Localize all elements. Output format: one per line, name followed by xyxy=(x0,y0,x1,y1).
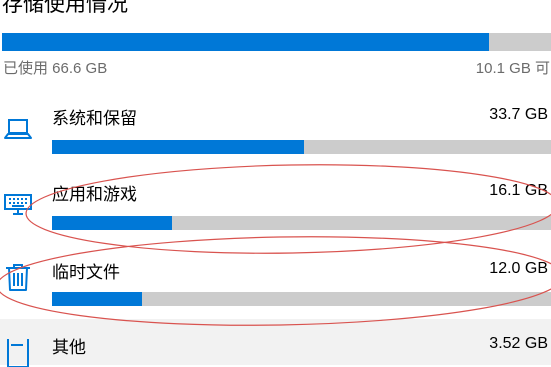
category-usage-bar xyxy=(52,292,551,306)
used-space-label: 已使用 66.6 GB xyxy=(3,60,108,77)
category-size: 33.7 GB xyxy=(489,106,548,123)
category-usage-bar xyxy=(52,140,551,154)
category-temp-files[interactable]: 临时文件 12.0 GB xyxy=(0,248,551,310)
category-size: 3.52 GB xyxy=(489,335,548,352)
trash-icon xyxy=(3,262,33,292)
category-system-reserved[interactable]: 系统和保留 33.7 GB xyxy=(0,96,551,158)
category-name: 应用和游戏 xyxy=(52,185,137,204)
category-usage-bar-fill xyxy=(52,140,304,154)
category-usage-bar-fill xyxy=(52,292,142,306)
total-storage-bar-fill xyxy=(2,33,489,51)
category-size: 12.0 GB xyxy=(489,260,548,277)
category-other[interactable]: 其他 3.52 GB xyxy=(0,319,551,367)
category-name: 系统和保留 xyxy=(52,109,137,128)
total-storage-bar xyxy=(2,33,551,51)
storage-usage-title: 存储使用情况 xyxy=(2,0,128,16)
document-icon xyxy=(3,337,33,367)
free-space-label: 10.1 GB 可 xyxy=(475,60,550,77)
keyboard-icon xyxy=(3,190,33,220)
category-size: 16.1 GB xyxy=(489,182,548,199)
laptop-icon xyxy=(3,114,33,144)
category-usage-bar xyxy=(52,216,551,230)
category-name: 其他 xyxy=(52,338,86,357)
category-usage-bar-fill xyxy=(52,216,173,230)
category-apps-games[interactable]: 应用和游戏 16.1 GB xyxy=(0,172,551,234)
category-name: 临时文件 xyxy=(52,263,120,282)
